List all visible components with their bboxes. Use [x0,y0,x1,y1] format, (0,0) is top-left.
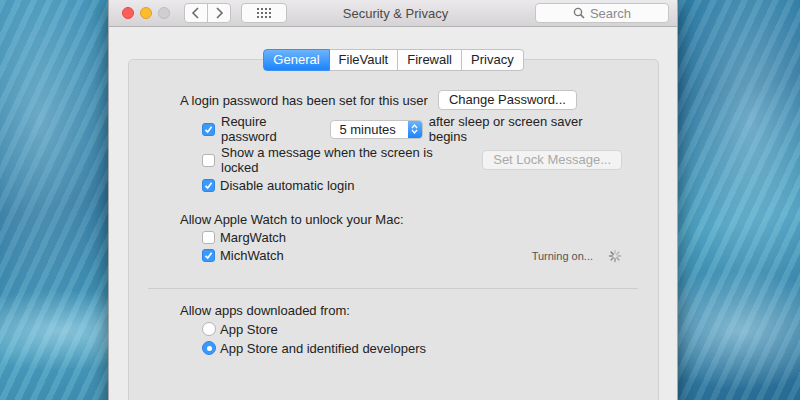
watch-row: MargWatch [180,229,622,246]
radio-label: App Store and identified developers [220,341,426,356]
spinner-icon [608,249,622,263]
tab-bar: GeneralFileVaultFirewallPrivacy [129,49,658,71]
preferences-window: Security & Privacy Search GeneralFileVault… [108,0,678,400]
tick-icon [204,251,213,260]
search-field[interactable]: Search [535,3,669,23]
grid-icon [256,7,272,19]
chevron-left-icon [191,7,201,19]
show-all-button[interactable] [241,3,287,23]
radio-button[interactable] [202,322,216,336]
radio-row: App Store [180,320,622,338]
desktop: Security & Privacy Search GeneralFileVault… [0,0,800,400]
radio-button[interactable] [202,341,216,355]
option-label: Show a message when the screen is locked [221,145,472,175]
checkbox[interactable] [202,179,215,192]
watch-name: MargWatch [220,230,286,245]
checkbox[interactable] [202,249,215,262]
tick-icon [204,181,213,190]
set-lock-message-button: Set Lock Message... [482,150,622,170]
magnifier-icon [573,7,585,19]
apple-watch-heading: Allow Apple Watch to unlock your Mac: [180,212,622,227]
tab[interactable]: Firewall [398,49,462,71]
option-row: Show a message when the screen is locked… [180,145,622,175]
zoom-button [158,7,170,19]
change-password-button[interactable]: Change Password... [438,90,577,110]
option-suffix: after sleep or screen saver begins [429,114,622,144]
delay-select[interactable]: 5 minutes [330,120,422,139]
stepper-arrows-icon [411,123,418,135]
option-row: Require password 5 minutes after sleep or … [180,114,622,144]
navigation-buttons [184,3,231,23]
tab-panel: GeneralFileVaultFirewallPrivacyA login p… [128,59,659,400]
tab[interactable]: FileVault [330,49,399,71]
chevron-right-icon [214,7,224,19]
close-button[interactable] [122,7,134,19]
tick-icon [204,125,213,134]
watch-row: MichWatch Turning on... [180,247,622,264]
tab[interactable]: General [263,49,329,71]
option-label: Disable automatic login [220,178,354,193]
minimize-button[interactable] [140,7,152,19]
checkbox[interactable] [202,231,215,244]
radio-row: App Store and identified developers [180,339,622,357]
window-title: Security & Privacy [343,6,448,21]
checkbox[interactable] [202,154,215,167]
title-bar: Security & Privacy Search [109,0,677,27]
radio-label: App Store [220,322,278,337]
password-status-label: A login password has been set for this u… [180,93,428,108]
separator [148,288,638,289]
watch-name: MichWatch [220,248,284,263]
forward-button[interactable] [207,4,230,22]
option-row: Disable automatic login [180,176,622,194]
checkbox[interactable] [202,123,215,136]
option-label: Require password [221,114,324,144]
watch-status: Turning on... [532,250,593,262]
downloads-heading: Allow apps downloaded from: [180,303,622,318]
back-button[interactable] [185,4,207,22]
tab[interactable]: Privacy [462,49,524,71]
